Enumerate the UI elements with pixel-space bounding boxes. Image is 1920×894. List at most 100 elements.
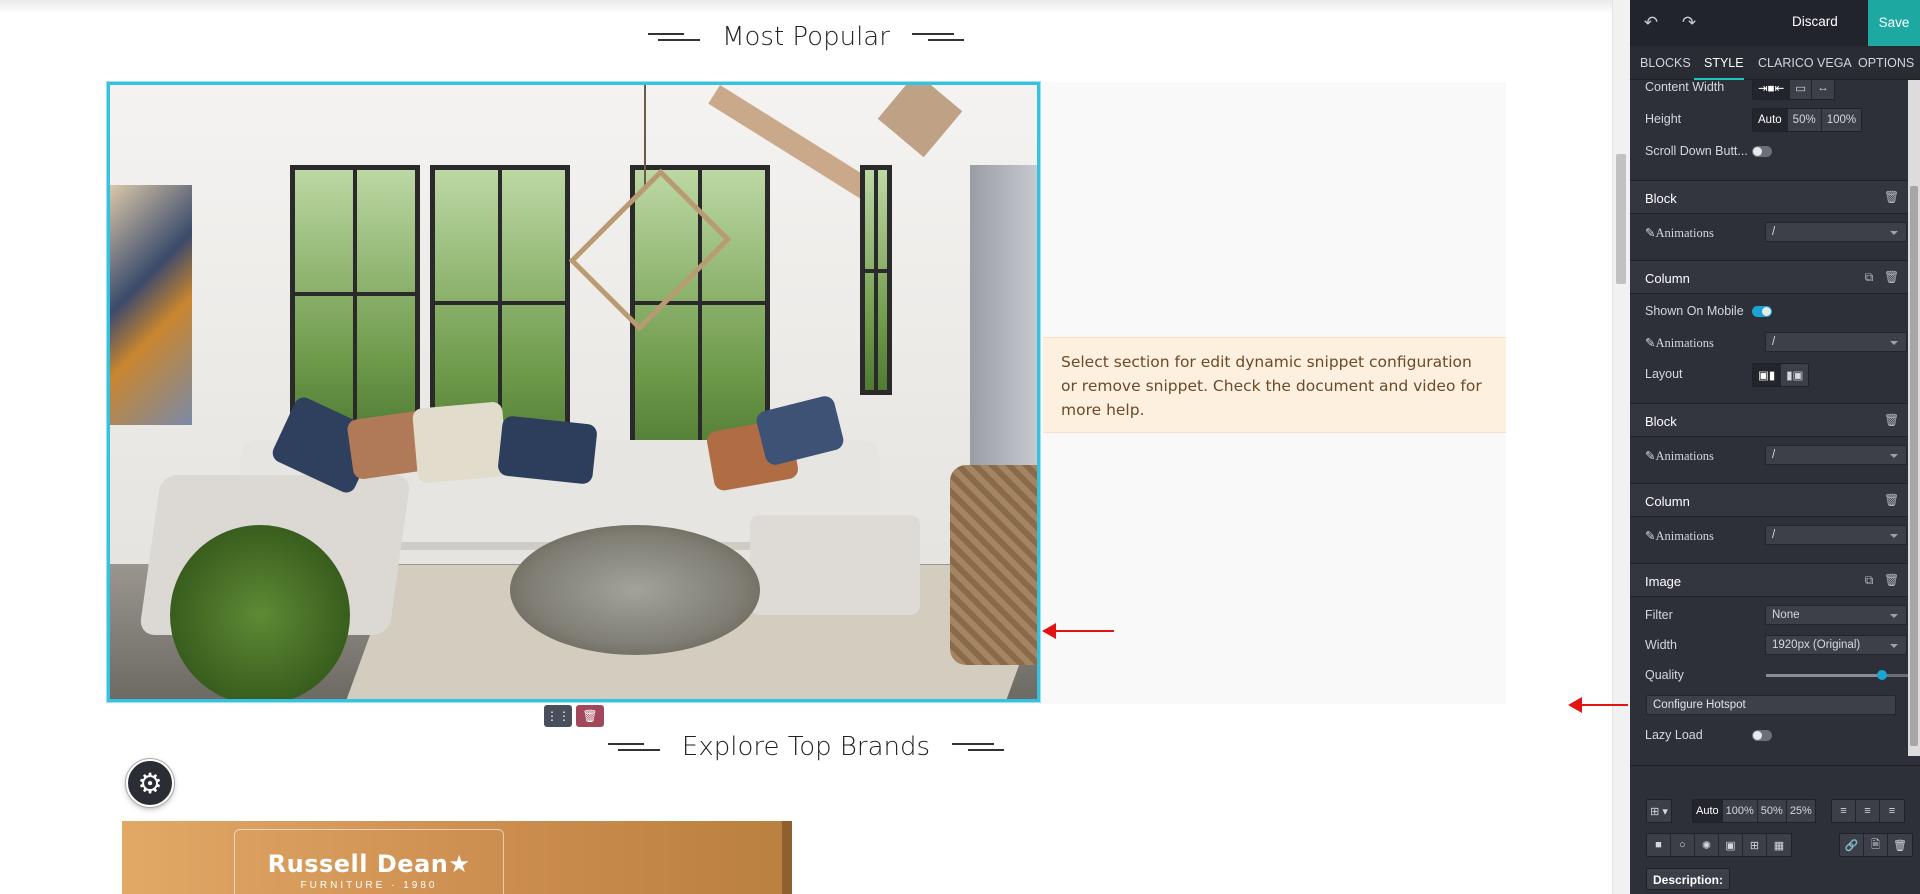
description-button[interactable]: Description: (1646, 868, 1730, 890)
heading-decoration-left (648, 31, 701, 43)
trash-icon[interactable]: 🗑 (1884, 190, 1899, 204)
column-animations-row: ✎Animations / (1630, 327, 1908, 357)
quality-slider-knob[interactable] (1877, 670, 1888, 680)
shape-thumbnail-icon[interactable]: ✺ (1695, 834, 1719, 856)
shape-circle-icon[interactable]: ○ (1671, 834, 1695, 856)
block-panel-header[interactable]: Block 🗑 (1630, 403, 1908, 437)
quality-label: Quality (1645, 668, 1684, 682)
brand-logo-subtext: FURNITURE · 1980 (300, 880, 438, 891)
column-panel-header[interactable]: Column ⧉ 🗑 (1630, 260, 1908, 294)
size-100-button[interactable]: 100% (1722, 800, 1758, 822)
block-animations-row: ✎Animations / (1630, 440, 1908, 470)
block-animations-row: ✎Animations / (1630, 217, 1908, 247)
editor-scroll-thumb[interactable] (1910, 186, 1918, 746)
layout-image-left-icon[interactable]: ▣▮ (1753, 364, 1782, 386)
configure-hotspot-button[interactable]: Configure Hotspot (1646, 695, 1896, 715)
undo-icon[interactable]: ↶ (1640, 12, 1662, 34)
quality-row: Quality (1630, 660, 1908, 690)
link-icon[interactable]: 🔗 (1840, 834, 1864, 856)
align-right-icon[interactable]: ≡ (1880, 800, 1904, 822)
size-25-button[interactable]: 25% (1786, 800, 1815, 822)
save-button[interactable]: Save (1868, 0, 1920, 46)
clone-icon[interactable]: ⧉ (1862, 573, 1876, 587)
trash-icon[interactable]: 🗑 (1888, 834, 1912, 856)
layout-options: ▣▮ ▮▣ (1752, 363, 1810, 387)
filter-select[interactable]: None (1765, 605, 1907, 625)
block-panel-title: Block (1645, 191, 1677, 206)
scroll-down-toggle[interactable] (1752, 146, 1772, 157)
content-width-fluid-icon[interactable]: ↔ (1812, 80, 1834, 99)
gear-icon[interactable]: ⚙ (126, 759, 174, 807)
website-canvas: Most Popular Select section for edit dyn… (0, 0, 1612, 894)
add-element-dropdown-icon[interactable]: ⊞ ▾ (1647, 800, 1671, 822)
lazy-load-row: Lazy Load (1630, 720, 1908, 750)
crop-icon[interactable]: ⊞ (1743, 834, 1767, 856)
content-width-full-icon[interactable]: ⇥■⇤ (1753, 80, 1791, 99)
heading-decoration-left (607, 741, 660, 753)
redo-icon[interactable]: ↷ (1678, 12, 1700, 34)
shown-on-mobile-label: Shown On Mobile (1645, 304, 1744, 318)
animations-select[interactable]: / (1765, 222, 1907, 242)
animations-select[interactable]: / (1765, 332, 1907, 352)
discard-button[interactable]: Discard (1792, 14, 1838, 29)
align-center-icon[interactable]: ≡ (1856, 800, 1880, 822)
content-width-options: ⇥■⇤ ▭ ↔ (1752, 80, 1835, 100)
canvas-scroll-thumb[interactable] (1616, 154, 1626, 284)
explore-brands-title: Explore Top Brands (681, 732, 931, 762)
trash-icon[interactable]: 🗑 (576, 705, 604, 727)
height-label: Height (1645, 112, 1682, 126)
trash-icon[interactable]: 🗑 (1884, 493, 1899, 507)
transform-icon[interactable]: ▦ (1767, 834, 1791, 856)
width-row: Width 1920px (Original) (1630, 630, 1908, 660)
layout-label: Layout (1645, 367, 1683, 381)
replace-image-icon[interactable]: ▣ (1719, 834, 1743, 856)
height-100-button[interactable]: 100% (1821, 109, 1862, 131)
column-panel-header[interactable]: Column 🗑 (1630, 483, 1908, 517)
block-panel-header[interactable]: Block 🗑 (1630, 180, 1908, 214)
animations-select[interactable]: / (1765, 445, 1907, 465)
shown-on-mobile-toggle[interactable] (1752, 306, 1772, 317)
clone-icon[interactable]: ⧉ (1862, 270, 1876, 284)
canvas-scrollbar[interactable] (1612, 0, 1630, 894)
trash-icon[interactable]: 🗑 (1884, 413, 1899, 427)
move-handle-icon[interactable]: ⋮⋮ (544, 705, 572, 727)
image-panel-header[interactable]: Image ⧉ 🗑 (1630, 563, 1908, 597)
lazy-load-toggle[interactable] (1752, 730, 1772, 741)
trash-icon[interactable]: 🗑 (1884, 270, 1899, 284)
canvas-top-shadow (0, 0, 1612, 14)
animations-label: ✎Animations (1645, 529, 1714, 543)
layout-image-right-icon[interactable]: ▮▣ (1781, 364, 1809, 386)
tab-clarico-vega[interactable]: CLARICO VEGA (1758, 56, 1852, 70)
quality-slider-fill (1766, 674, 1883, 677)
annotation-arrow-hotspot (1568, 697, 1628, 713)
shown-on-mobile-row: Shown On Mobile (1630, 296, 1908, 326)
image-file-icon[interactable]: 🗎 (1864, 834, 1888, 856)
animations-select[interactable]: / (1765, 525, 1907, 545)
most-popular-heading[interactable]: Most Popular (0, 22, 1612, 52)
brand-card-russell-dean[interactable]: Russell Dean★ FURNITURE · 1980 (122, 821, 792, 894)
width-select[interactable]: 1920px (Original) (1765, 635, 1907, 655)
quality-slider[interactable] (1766, 670, 1908, 680)
tab-style[interactable]: STYLE (1704, 56, 1744, 70)
explore-brands-heading[interactable]: Explore Top Brands (0, 732, 1612, 762)
height-auto-button[interactable]: Auto (1753, 109, 1788, 131)
align-left-icon[interactable]: ≡ (1832, 800, 1856, 822)
size-50-button[interactable]: 50% (1757, 800, 1787, 822)
tab-options[interactable]: OPTIONS (1858, 56, 1914, 70)
filter-label: Filter (1645, 608, 1673, 622)
width-label: Width (1645, 638, 1677, 652)
shape-square-icon[interactable]: ■ (1647, 834, 1671, 856)
column-animations-row: ✎Animations / (1630, 520, 1908, 550)
page: Most Popular Select section for edit dyn… (0, 0, 1920, 894)
content-width-boxed-icon[interactable]: ▭ (1790, 80, 1813, 99)
trash-icon[interactable]: 🗑 (1884, 573, 1899, 587)
size-auto-button[interactable]: Auto (1693, 800, 1723, 822)
heading-decoration-right (911, 31, 964, 43)
most-popular-title: Most Popular (722, 22, 890, 52)
image-format-toolbar: ⊞ ▾ Auto 100% 50% 25% ≡ ≡ ≡ ■ ○ ✺ ▣ ⊞ ▦ (1630, 765, 1920, 894)
selected-living-room-image[interactable] (106, 81, 1041, 703)
height-row: Height Auto 50% 100% (1630, 104, 1908, 134)
tab-blocks[interactable]: BLOCKS (1640, 56, 1691, 70)
link-group: 🔗 🗎 🗑 (1839, 833, 1913, 857)
height-50-button[interactable]: 50% (1787, 109, 1822, 131)
